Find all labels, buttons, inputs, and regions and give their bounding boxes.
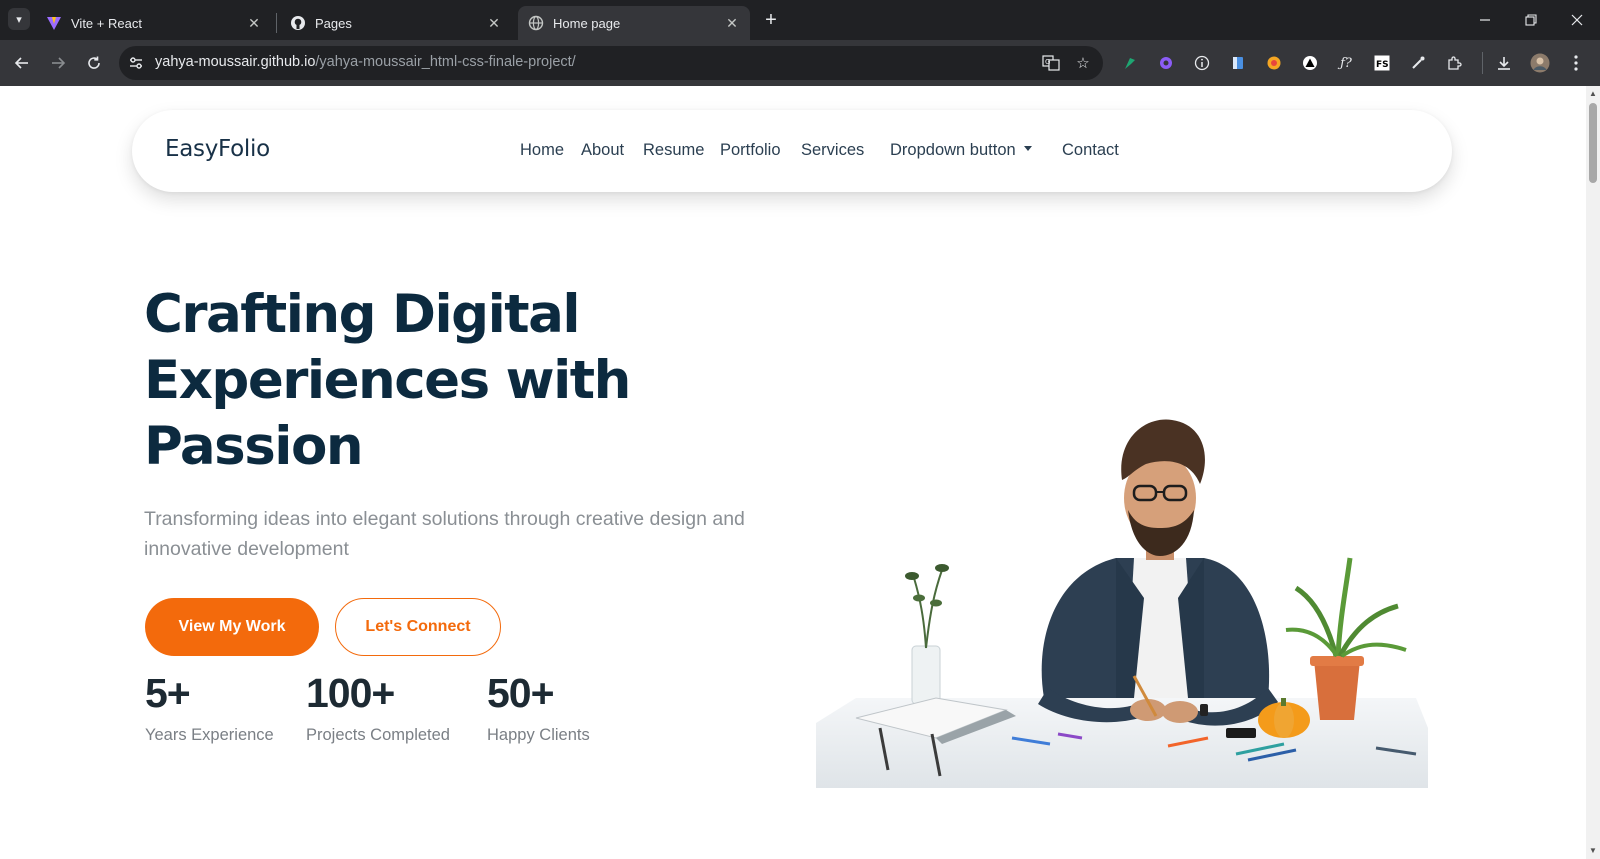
nav-dropdown-label: Dropdown button <box>890 141 1016 159</box>
url-host: yahya-moussair.github.io <box>155 54 316 70</box>
close-tab-icon[interactable]: ✕ <box>724 15 740 31</box>
stat-value: 100+ <box>306 670 395 716</box>
stat-value: 5+ <box>145 670 191 716</box>
back-arrow-icon[interactable] <box>10 51 34 75</box>
restore-window-icon[interactable] <box>1508 0 1554 40</box>
stat-clients: 50+ Happy Clients <box>487 668 590 745</box>
lets-connect-button[interactable]: Let's Connect <box>335 598 501 656</box>
browser-menu-kebab-icon[interactable] <box>1566 53 1586 73</box>
hero-title-line: Experiences with <box>144 350 631 411</box>
hero-title-line: Crafting Digital <box>144 284 581 345</box>
stat-label: Years Experience <box>145 726 274 744</box>
scrollbar-thumb[interactable] <box>1589 103 1597 183</box>
bookmark-star-icon[interactable]: ☆ <box>1073 53 1093 73</box>
tab-title: Pages <box>315 15 352 31</box>
extension-function-icon[interactable]: ƒ? <box>1336 53 1356 73</box>
browser-tab-pages[interactable]: Pages ✕ <box>280 6 512 40</box>
nav-link-contact[interactable]: Contact <box>1062 141 1119 160</box>
stat-projects: 100+ Projects Completed <box>306 668 450 745</box>
scroll-up-arrow-icon[interactable]: ▲ <box>1589 89 1597 98</box>
vite-logo-icon <box>46 15 62 31</box>
close-tab-icon[interactable]: ✕ <box>486 15 502 31</box>
extensions-puzzle-icon[interactable] <box>1444 53 1464 73</box>
site-navbar: EasyFolio Home About Resume Portfolio Se… <box>132 110 1452 192</box>
extension-triangle-icon[interactable] <box>1300 53 1320 73</box>
address-bar[interactable]: yahya-moussair.github.io/yahya-moussair_… <box>119 46 1103 80</box>
browser-tab-bar: ▾ Vite + React ✕ Pages ✕ Home page ✕ + <box>0 0 1600 40</box>
profile-avatar[interactable] <box>1530 53 1550 73</box>
extension-book-icon[interactable] <box>1228 53 1248 73</box>
extension-orange-badge-icon[interactable] <box>1264 53 1284 73</box>
tab-title: Vite + React <box>71 15 142 31</box>
nav-dropdown-button[interactable]: Dropdown button <box>890 141 1032 160</box>
nav-link-about[interactable]: About <box>581 141 624 160</box>
extension-info-icon[interactable] <box>1192 53 1212 73</box>
extension-feather-icon[interactable] <box>1120 53 1140 73</box>
nav-link-services[interactable]: Services <box>801 141 864 160</box>
new-tab-plus-icon[interactable]: + <box>760 9 782 31</box>
globe-icon <box>528 15 544 31</box>
stat-value: 50+ <box>487 670 555 716</box>
close-tab-icon[interactable]: ✕ <box>246 15 262 31</box>
hero-subtitle: Transforming ideas into elegant solution… <box>144 508 745 560</box>
extension-fs-icon[interactable]: FS <box>1372 53 1392 73</box>
download-icon[interactable] <box>1494 53 1514 73</box>
extension-eyedropper-icon[interactable] <box>1408 53 1428 73</box>
nav-link-resume[interactable]: Resume <box>643 141 704 160</box>
svg-text:G: G <box>1045 58 1050 66</box>
hero-title-line: Passion <box>144 416 364 477</box>
extension-gear-purple-icon[interactable] <box>1156 53 1176 73</box>
tab-divider <box>276 13 277 33</box>
minimize-window-icon[interactable] <box>1462 0 1508 40</box>
browser-tab-vite[interactable]: Vite + React ✕ <box>36 6 272 40</box>
stat-label: Happy Clients <box>487 726 590 744</box>
hero-title: Crafting Digital Experiences with Passio… <box>144 282 644 480</box>
nav-link-portfolio[interactable]: Portfolio <box>720 141 781 160</box>
toolbar-divider <box>1482 52 1483 74</box>
nav-link-home[interactable]: Home <box>520 141 564 160</box>
url-path: /yahya-moussair_html-css-finale-project/ <box>315 54 576 70</box>
site-logo[interactable]: EasyFolio <box>165 136 270 162</box>
close-window-icon[interactable] <box>1554 0 1600 40</box>
stat-years: 5+ Years Experience <box>145 668 274 745</box>
view-my-work-button[interactable]: View My Work <box>145 598 319 656</box>
site-info-tune-icon[interactable] <box>127 54 145 72</box>
stat-label: Projects Completed <box>306 726 450 744</box>
github-icon <box>290 15 306 31</box>
tab-title: Home page <box>553 15 621 31</box>
scroll-down-arrow-icon[interactable]: ▼ <box>1589 846 1597 855</box>
url-text[interactable]: yahya-moussair.github.io/yahya-moussair_… <box>155 54 576 70</box>
page-scrollbar[interactable]: ▲ ▼ <box>1586 86 1600 859</box>
svg-text:FS: FS <box>1376 60 1389 70</box>
page-viewport: EasyFolio Home About Resume Portfolio Se… <box>0 86 1586 859</box>
translate-icon[interactable]: G <box>1041 53 1061 73</box>
forward-arrow-icon[interactable] <box>46 51 70 75</box>
caret-down-icon <box>1023 146 1032 152</box>
hero-illustration-person-at-desk <box>816 419 1428 788</box>
browser-toolbar: yahya-moussair.github.io/yahya-moussair_… <box>0 40 1600 86</box>
reload-icon[interactable] <box>82 51 106 75</box>
tab-search-chevron-icon[interactable]: ▾ <box>8 8 30 30</box>
browser-tab-home[interactable]: Home page ✕ <box>518 6 750 40</box>
